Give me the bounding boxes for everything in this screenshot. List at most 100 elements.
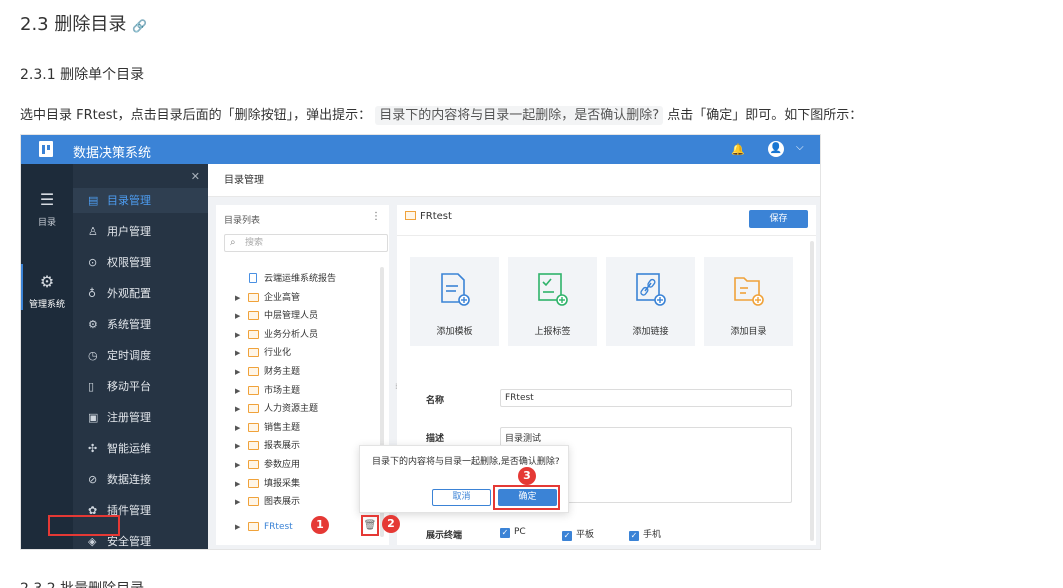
- menu-item-datalink[interactable]: ⊘ 数据连接: [73, 467, 208, 492]
- tag-add-icon: [538, 273, 568, 306]
- expand-arrow-icon[interactable]: ▶: [235, 493, 240, 511]
- menu-item-system[interactable]: ⚙ 系统管理: [73, 312, 208, 337]
- tree-item[interactable]: ▶ 业务分析人员: [216, 326, 380, 344]
- list-header: 目录列表: [224, 216, 261, 226]
- tree-item[interactable]: ▶ 图表展示: [216, 493, 380, 511]
- admin-menu: ✕ ▤ 目录管理 ♙ 用户管理 ⊙ 权限管理 ♁ 外观配置 ⚙ 系统管理 ◷ 定时调度 ▯ 移…: [73, 164, 208, 549]
- check-icon: ✓: [500, 528, 510, 538]
- pin-icon[interactable]: ✕: [191, 170, 200, 183]
- app-logo-icon: [39, 141, 53, 157]
- search-input[interactable]: ⌕ 搜索: [224, 234, 388, 252]
- add-template-card[interactable]: 添加模板: [410, 257, 499, 346]
- folder-icon: [248, 329, 259, 339]
- tree-item[interactable]: ▶ 报表展示: [216, 437, 380, 455]
- step-badge-1: 1: [311, 516, 329, 534]
- folder-icon: [405, 211, 416, 220]
- folder-icon: [248, 522, 259, 531]
- tree-item-selected[interactable]: ▶ FRtest: [216, 518, 380, 536]
- tree-item-label: 财务主题: [264, 367, 301, 377]
- tree-item-label: 参数应用: [264, 460, 301, 470]
- folder-add-icon: [734, 277, 764, 306]
- menu-item-register[interactable]: ▣ 注册管理: [73, 405, 208, 430]
- expand-arrow-icon[interactable]: ▶: [235, 307, 240, 325]
- cancel-button[interactable]: 取消: [432, 489, 491, 506]
- tree-item[interactable]: ▶ 财务主题: [216, 363, 380, 381]
- folder-manage-icon: ▤: [88, 194, 99, 207]
- icon-rail: ☰ 目录 ⚙ 管理系统: [21, 164, 73, 549]
- tree-item[interactable]: ▶ 企业高管: [216, 289, 380, 307]
- tree-item[interactable]: 云端运维系统报告: [216, 270, 380, 288]
- tree-item[interactable]: ▶ 填报采集: [216, 475, 380, 493]
- add-link-card[interactable]: 添加链接: [606, 257, 695, 346]
- chevron-down-icon[interactable]: ⌵: [796, 142, 804, 153]
- check-icon: ✓: [562, 531, 572, 541]
- menu-item-appearance[interactable]: ♁ 外观配置: [73, 281, 208, 306]
- tree-item[interactable]: ▶ 中层管理人员: [216, 307, 380, 325]
- expand-arrow-icon[interactable]: ▶: [235, 344, 240, 362]
- tree-item-label: 业务分析人员: [264, 329, 319, 340]
- next-heading: 2.3.2 批量删除目录: [20, 578, 144, 588]
- expand-arrow-icon[interactable]: ▶: [235, 289, 240, 307]
- tree-item[interactable]: ▶ 市场主题: [216, 382, 380, 400]
- gear-icon: ⚙: [39, 272, 55, 291]
- checkbox-phone[interactable]: ✓ 手机: [629, 527, 661, 541]
- report-tag-card[interactable]: 上报标签: [508, 257, 597, 346]
- bell-icon[interactable]: 🔔: [731, 143, 745, 156]
- tree-item[interactable]: ▶ 人力资源主题: [216, 400, 380, 418]
- rail-item-catalog[interactable]: ☰ 目录: [21, 190, 73, 228]
- avatar[interactable]: 👤: [768, 141, 784, 157]
- tree-item-label: FRtest: [264, 522, 293, 532]
- menu-item-mobile[interactable]: ▯ 移动平台: [73, 374, 208, 399]
- expand-arrow-icon[interactable]: ▶: [235, 475, 240, 493]
- step-badge-2: 2: [382, 515, 400, 533]
- checkbox-tablet[interactable]: ✓ 平板: [562, 527, 594, 541]
- app-screenshot: 数据决策系统 🔔 👤 ⌵ ☰ 目录 ⚙ 管理系统 ✕ ▤ 目录管理 ♙ 用户管理 ⊙…: [20, 134, 821, 550]
- expand-arrow-icon[interactable]: ▶: [235, 363, 240, 381]
- expand-arrow-icon[interactable]: ▶: [235, 326, 240, 344]
- expand-arrow-icon[interactable]: ▶: [235, 400, 240, 418]
- rail-item-admin[interactable]: ⚙ 管理系统: [21, 264, 73, 310]
- menu-item-users[interactable]: ♙ 用户管理: [73, 219, 208, 244]
- menu-item-ops[interactable]: ✣ 智能运维: [73, 436, 208, 461]
- tree-item-label: 报表展示: [264, 441, 301, 452]
- tree-item[interactable]: ▶ 行业化: [216, 344, 380, 362]
- register-icon: ▣: [88, 411, 99, 424]
- folder-icon: [248, 348, 259, 358]
- folder-icon: [248, 422, 259, 432]
- expand-arrow-icon[interactable]: ▶: [235, 456, 240, 474]
- add-folder-card[interactable]: 添加目录: [704, 257, 793, 346]
- more-icon[interactable]: ⋮: [371, 211, 381, 222]
- folder-icon: [248, 460, 259, 469]
- save-button[interactable]: 保存: [749, 210, 808, 228]
- name-field[interactable]: FRtest: [500, 389, 792, 407]
- folder-icon: [248, 478, 259, 488]
- tree-item-label: 图表展示: [264, 497, 301, 508]
- delete-icon[interactable]: 🗑: [361, 515, 379, 536]
- expand-arrow-icon[interactable]: ▶: [235, 518, 240, 536]
- anchor-link-icon[interactable]: 🔗: [132, 19, 147, 33]
- instruction-paragraph: 选中目录 FRtest，点击目录后面的「删除按钮」，弹出提示： 目录下的内容将与…: [20, 106, 863, 125]
- folder-icon: [248, 292, 259, 302]
- menu-item-schedule[interactable]: ◷ 定时调度: [73, 343, 208, 368]
- folder-icon: [248, 441, 259, 451]
- menu-item-permission[interactable]: ⊙ 权限管理: [73, 250, 208, 275]
- folder-icon: [248, 367, 259, 376]
- expand-arrow-icon[interactable]: ▶: [235, 437, 240, 455]
- tree-item[interactable]: ▶ 参数应用: [216, 456, 380, 474]
- folder-icon: [248, 404, 259, 414]
- tree-item[interactable]: ▶ 销售主题: [216, 419, 380, 437]
- lock-icon: ⊙: [88, 256, 98, 269]
- link-add-icon: [636, 273, 666, 306]
- ops-icon: ✣: [88, 442, 98, 455]
- scrollbar[interactable]: [810, 241, 814, 541]
- checkbox-pc[interactable]: ✓ PC: [500, 527, 526, 538]
- expand-arrow-icon[interactable]: ▶: [235, 419, 240, 437]
- section-heading: 2.3 删除目录 🔗: [20, 10, 147, 36]
- expand-arrow-icon[interactable]: ▶: [235, 382, 240, 400]
- breadcrumb: 目录管理: [208, 164, 820, 197]
- timer-icon: ◷: [88, 349, 98, 362]
- highlight-selected-folder: [48, 515, 120, 536]
- menu-item-catalog[interactable]: ▤ 目录管理: [73, 188, 208, 213]
- tree-item-label: 云端运维系统报告: [264, 274, 337, 284]
- step-badge-3: 3: [518, 467, 536, 485]
